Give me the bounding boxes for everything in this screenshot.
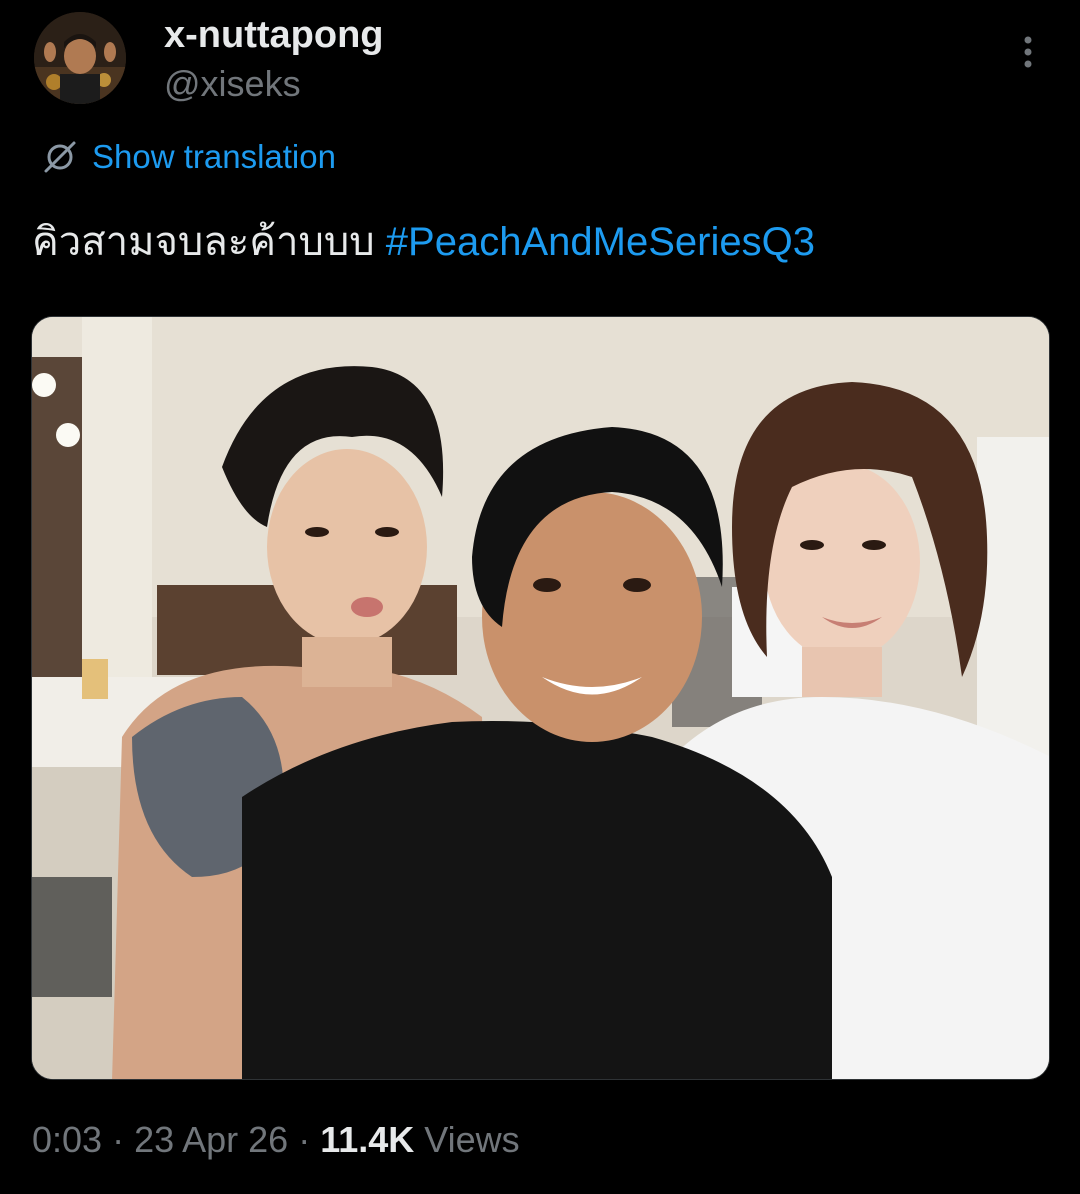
hashtag-link[interactable]: #PeachAndMeSeriesQ3	[386, 220, 815, 264]
globe-translate-icon	[40, 137, 80, 177]
views-count[interactable]: 11.4K	[320, 1119, 414, 1160]
meta-separator: ·	[288, 1119, 321, 1160]
tweet-meta: 0:03 · 23 Apr 26 · 11.4K Views	[32, 1116, 520, 1164]
avatar-image	[34, 12, 126, 104]
avatar[interactable]	[34, 12, 126, 104]
views-label: Views	[414, 1119, 520, 1160]
tweet-photo[interactable]	[31, 316, 1050, 1080]
show-translation-link[interactable]: Show translation	[40, 134, 336, 180]
more-vertical-icon	[1024, 36, 1032, 68]
tweet-time[interactable]: 0:03	[32, 1119, 102, 1160]
tweet-date[interactable]: 23 Apr 26	[134, 1119, 288, 1160]
show-translation-label: Show translation	[92, 138, 336, 175]
more-options-button[interactable]	[1008, 30, 1048, 74]
meta-separator: ·	[102, 1119, 135, 1160]
author-display-name[interactable]: x-nuttapong	[164, 12, 384, 58]
author-handle[interactable]: @xiseks	[164, 62, 301, 106]
tweet-body: คิวสามจบละค้าบบบ	[32, 220, 386, 264]
photo-illustration	[32, 317, 1049, 1079]
tweet-text: คิวสามจบละค้าบบบ #PeachAndMeSeriesQ3	[32, 214, 815, 270]
